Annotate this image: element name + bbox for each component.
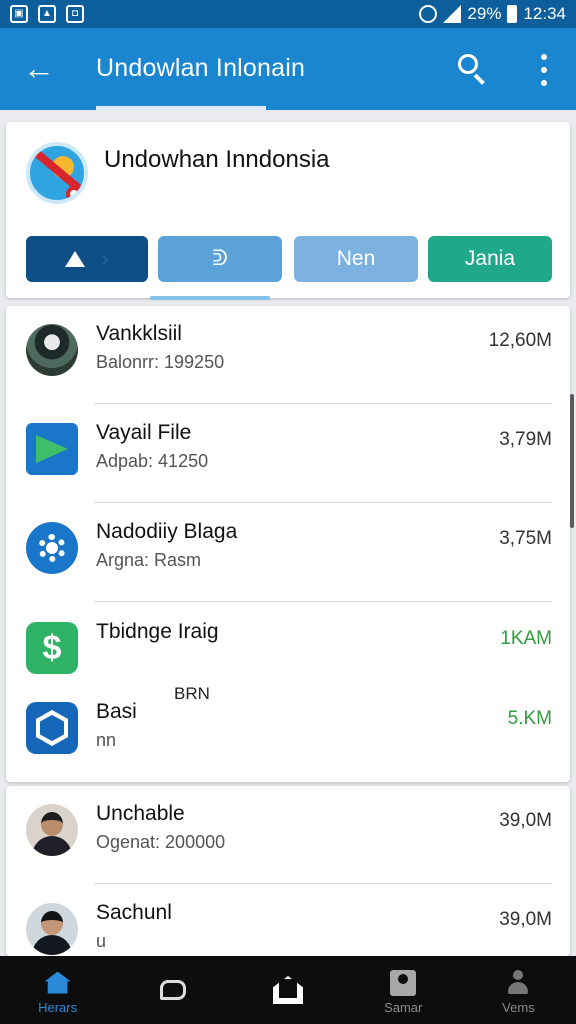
item-size: 3,75M [499,528,552,549]
item-detail: nn [96,730,117,750]
chevron-right-icon: › [101,246,109,271]
signal-icon [443,5,462,23]
person-avatar-icon [26,804,78,856]
item-name: Basi [96,700,137,723]
item-detail: Argna: Rasm [96,550,202,570]
item-name: Vankklsiil [96,322,182,345]
list-item[interactable]: Vankklsiil Balonrr: 199250 12,60M [6,306,570,404]
item-name: Sachunl [96,901,172,924]
battery-percent: 29% [467,4,502,23]
divider [94,601,552,602]
item-detail: Ogenat: 200000 [96,832,226,852]
list-item[interactable]: Unchable Ogenat: 200000 39,0M [6,786,570,884]
app-header-card: Undowhan Inndonsia › ᕲ Nen Jania [6,122,570,298]
divider [94,883,552,884]
nav-label: Samar [384,999,423,1015]
item-size: 1KAM [500,628,552,649]
file-list-2: Unchable Ogenat: 200000 39,0M Sachunl u … [6,786,570,956]
item-size: 12,60M [488,330,552,351]
nav-label: Vems [502,999,535,1015]
app-name: Undowhan Inndonsia [104,146,330,173]
item-detail: Adpab: 41250 [96,451,209,471]
app-bar-title: Undowlan Inlonain [96,54,306,82]
app-logo-icon [26,142,88,204]
up-icon [65,251,86,267]
nav-home-outline[interactable] [230,956,345,1024]
item-size: 39,0M [499,909,552,930]
gear-icon [26,522,78,574]
alarm-icon [419,5,438,23]
nav-contacts[interactable]: Samar [346,956,461,1024]
grid-action-button[interactable]: ᕲ [158,236,282,282]
home-icon [44,971,71,994]
item-detail: Balonrr: 199250 [96,352,225,372]
item-size: 3,79M [499,429,552,450]
item-detail: u [96,931,107,951]
status-bar: ▣ ▲ ◘ 29% 12:34 [0,0,576,28]
notification-image-icon: ▣ [10,5,28,23]
list-item[interactable]: Basi nn BRN 5.KM [6,684,570,782]
more-options-icon[interactable] [534,54,554,86]
item-size: 39,0M [499,810,552,831]
app-bar: ← Undowlan Inlonain [0,28,576,110]
item-tag: BRN [174,684,210,703]
item-name: Nadodiiy Blaga [96,520,238,543]
photo-avatar-icon [26,324,78,376]
badge-icon [26,702,78,754]
list-item[interactable]: Vayail File Adpab: 41250 3,79M [6,405,570,503]
bottom-navigation: Herars Samar Vems [0,956,576,1024]
jania-button[interactable]: Jania [428,236,552,282]
divider [94,502,552,503]
chat-icon [159,980,186,1000]
notification-app-icon: ◘ [66,5,84,23]
new-button[interactable]: Nen [294,236,418,282]
file-list: Vankklsiil Balonrr: 199250 12,60M Vayail… [6,306,570,782]
nav-label: Herars [38,999,78,1015]
money-icon: $ [26,622,78,674]
person-icon [507,969,529,996]
back-arrow-icon[interactable]: ← [22,48,56,88]
nav-chat[interactable] [115,956,230,1024]
item-size: 5.KM [507,708,552,729]
list-item[interactable]: Nadodiiy Blaga Argna: Rasm 3,75M [6,504,570,602]
home-action-button[interactable]: › [26,236,148,282]
divider [94,403,552,404]
scroll-indicator [150,296,270,300]
notification-icons: ▣ ▲ ◘ [10,5,84,23]
person-avatar-icon [26,903,78,955]
home-outline-icon [273,976,303,1004]
contact-card-icon [390,969,417,996]
nav-home[interactable]: Herars [0,956,115,1024]
item-name: Vayail File [96,421,192,444]
mail-icon [26,423,78,475]
tab-indicator [96,106,266,110]
item-name: Tbidnge Iraig [96,620,219,643]
notification-gallery-icon: ▲ [38,5,56,23]
clock: 12:34 [523,4,566,23]
battery-icon [507,5,518,23]
scrollbar[interactable] [570,394,574,528]
nav-profile[interactable]: Vems [461,956,576,1024]
search-icon[interactable] [456,52,488,86]
item-name: Unchable [96,802,185,825]
